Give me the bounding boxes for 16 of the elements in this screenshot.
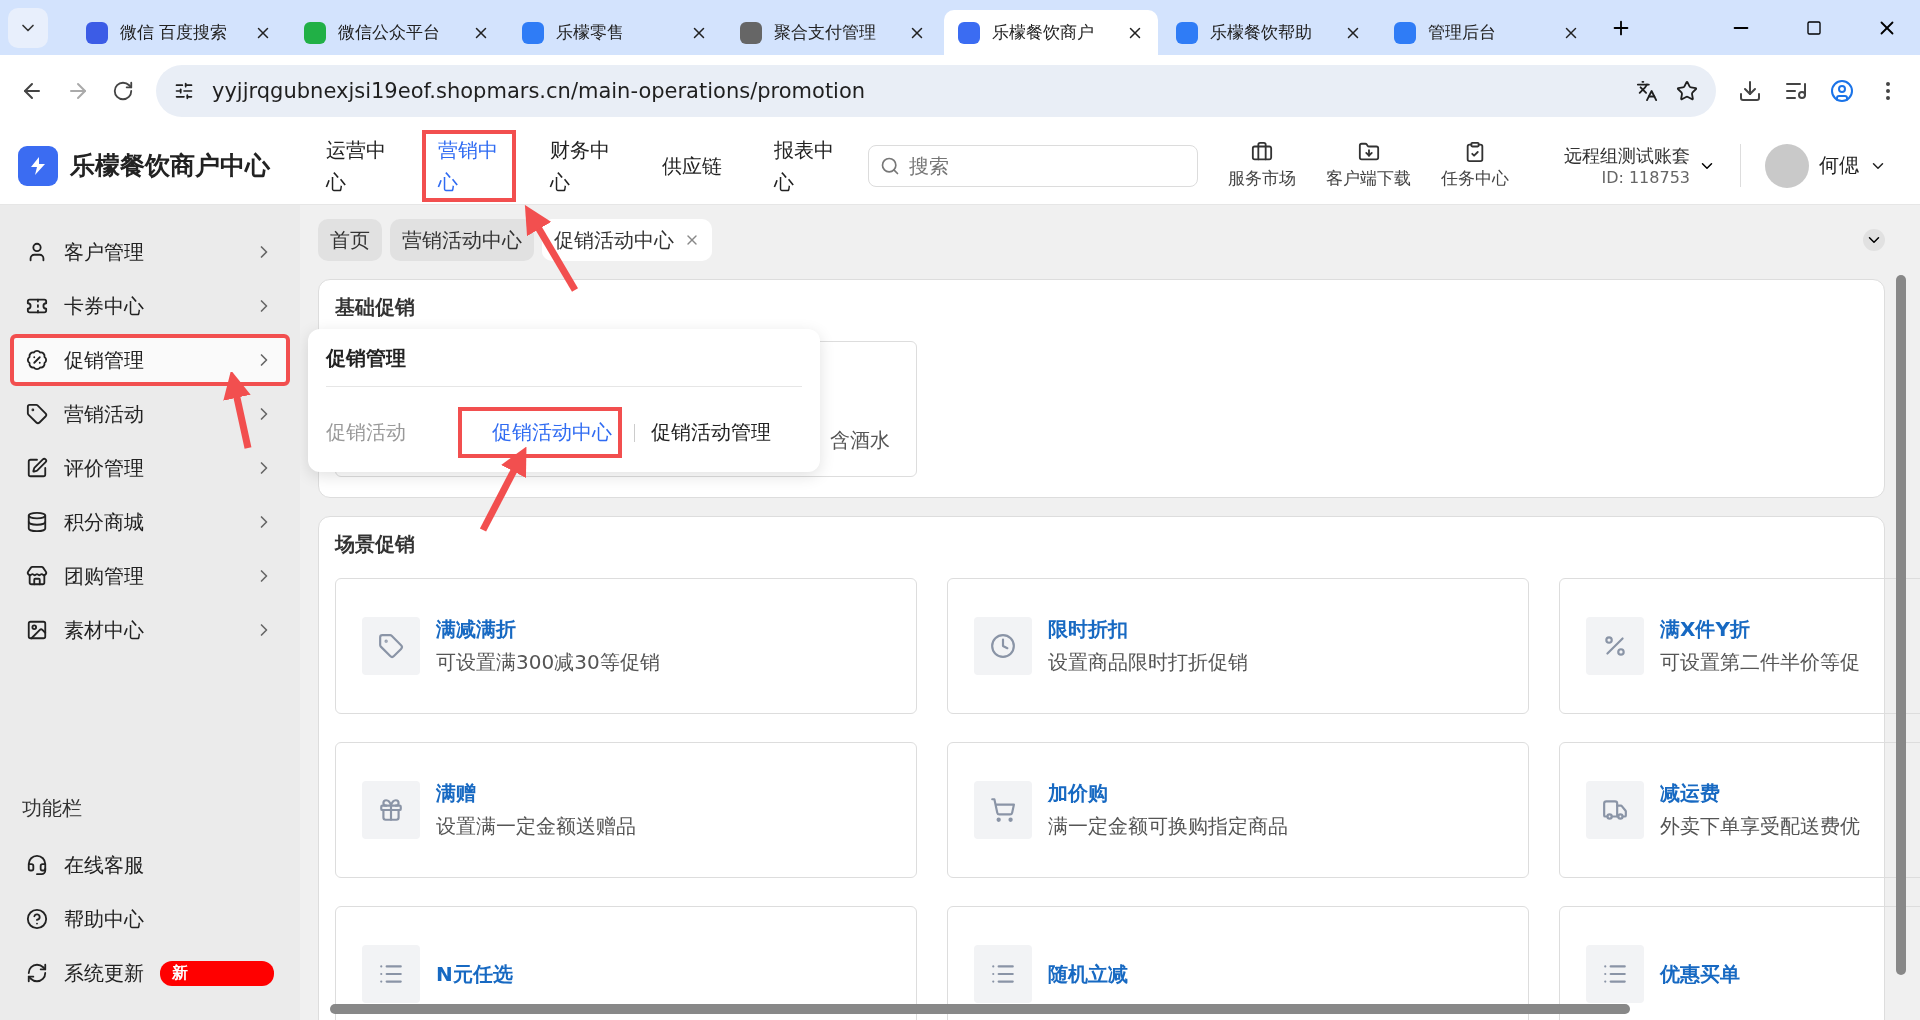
promo-description: 设置商品限时打折促销 bbox=[1048, 649, 1248, 676]
group-label: 促销活动 bbox=[326, 419, 407, 446]
user-name: 何偲 bbox=[1819, 152, 1859, 179]
section-title: 场景促销 bbox=[335, 531, 416, 558]
section-title: 功能栏 bbox=[21, 795, 83, 822]
account-name: 远程组测试账套 bbox=[1564, 144, 1690, 168]
promo-description: 满一定金额可换购指定商品 bbox=[1048, 813, 1288, 840]
section-title: 基础促销 bbox=[335, 294, 416, 321]
brand-name: 乐檬餐饮商户中心 bbox=[70, 150, 270, 182]
promo-description: 可设置第二件半价等促 bbox=[1660, 649, 1860, 676]
promo-description: 设置满一定金额送赠品 bbox=[436, 813, 636, 840]
promo-description: 可设置满300减30等促销 bbox=[436, 649, 660, 676]
popup-title: 促销管理 bbox=[326, 345, 802, 387]
new-badge: 新 bbox=[160, 960, 274, 986]
promo-description: 外卖下单享受配送费优 bbox=[1660, 813, 1860, 840]
account-id: ID: 118753 bbox=[1601, 168, 1690, 187]
